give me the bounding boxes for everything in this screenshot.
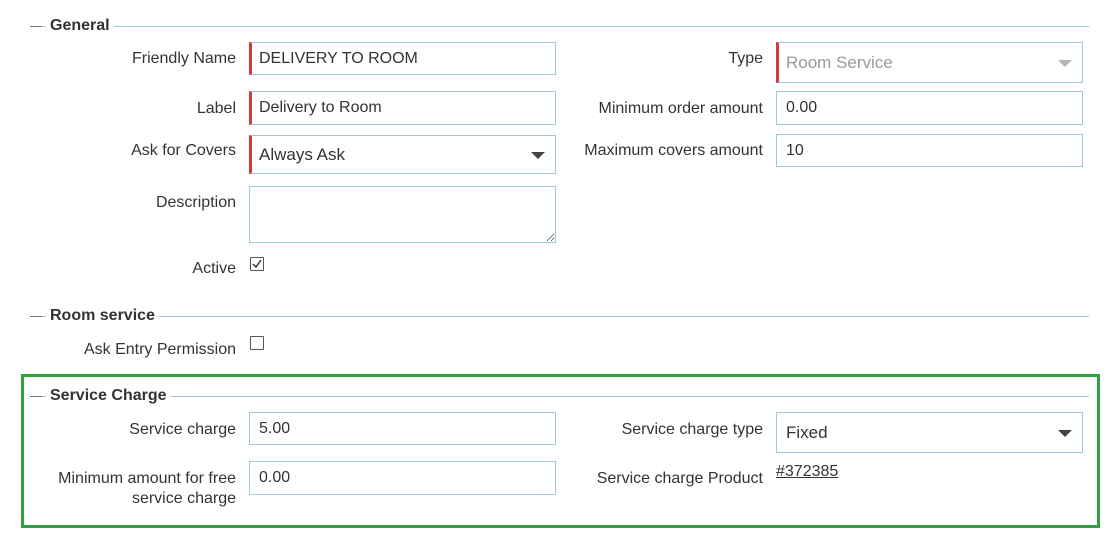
friendly-name-input[interactable] [249, 42, 556, 75]
ask-covers-value: Always Ask [259, 144, 345, 164]
max-covers-label: Maximum covers amount [584, 142, 763, 159]
service-charge-type-label: Service charge type [621, 421, 763, 438]
general-legend: General [46, 17, 114, 35]
label-label: Label [196, 100, 236, 117]
type-select[interactable]: Room Service [776, 42, 1083, 83]
general-divider [30, 26, 1089, 27]
min-free-input[interactable] [249, 461, 556, 495]
min-order-label: Minimum order amount [598, 100, 764, 117]
service-charge-input[interactable] [249, 412, 556, 445]
chevron-down-icon [1058, 59, 1072, 67]
room-service-divider-dash [30, 316, 42, 317]
type-label: Type [728, 50, 763, 67]
ask-covers-label: Ask for Covers [131, 142, 236, 159]
type-value: Room Service [786, 52, 893, 72]
checkmark-icon [252, 259, 262, 269]
room-service-legend: Room service [46, 307, 159, 325]
label-input[interactable] [249, 91, 556, 125]
chevron-down-icon [531, 151, 545, 159]
description-textarea[interactable] [249, 186, 556, 243]
service-charge-label: Service charge [129, 421, 236, 438]
min-free-label: Minimum amount for free service charge [30, 469, 236, 509]
min-order-input[interactable] [776, 91, 1083, 125]
min-free-label-line1: Minimum amount for free [58, 470, 236, 487]
service-charge-legend: Service Charge [46, 387, 171, 405]
description-label: Description [155, 194, 236, 211]
service-charge-type-select[interactable]: Fixed [776, 412, 1083, 453]
max-covers-input[interactable] [776, 134, 1083, 167]
chevron-down-icon [1058, 429, 1072, 437]
room-service-divider [30, 316, 1089, 317]
service-charge-type-value: Fixed [786, 422, 828, 442]
service-charge-divider [30, 396, 1089, 397]
friendly-name-label: Friendly Name [131, 50, 236, 67]
service-charge-product-link[interactable]: #372385 [776, 463, 838, 481]
ask-entry-label: Ask Entry Permission [83, 341, 236, 358]
active-label: Active [192, 260, 236, 277]
active-checkbox[interactable] [250, 257, 264, 271]
general-divider-dash [30, 26, 42, 27]
service-charge-divider-dash [30, 396, 42, 397]
service-charge-product-label: Service charge Product [596, 470, 763, 487]
ask-entry-checkbox[interactable] [250, 336, 264, 350]
ask-covers-select[interactable]: Always Ask [249, 135, 556, 174]
min-free-label-line2: service charge [131, 490, 236, 507]
